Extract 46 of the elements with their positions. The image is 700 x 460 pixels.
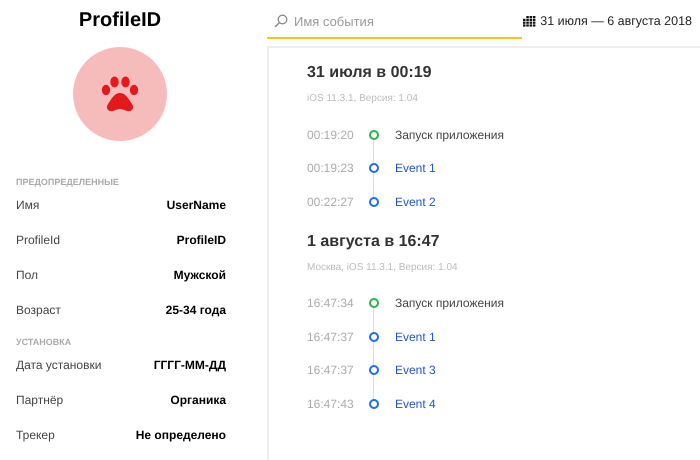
timeline-dot bbox=[369, 130, 379, 140]
date-range[interactable]: 31 июля — 6 августа 2018 bbox=[540, 14, 692, 28]
event-time: 00:19:20 bbox=[307, 128, 355, 142]
timeline-dot bbox=[369, 398, 379, 409]
event-link[interactable]: Event 3 bbox=[395, 363, 436, 378]
session-details: Москва, iOS 11.3.1, Версия: 1.04 bbox=[307, 262, 459, 272]
paw-icon bbox=[100, 75, 140, 113]
event-time: 00:22:27 bbox=[307, 194, 355, 209]
field-value: ProfileID bbox=[176, 232, 226, 246]
event-link[interactable]: Event 1 bbox=[395, 161, 436, 176]
event-time: 16:47:43 bbox=[307, 396, 355, 411]
field-value: 25-34 года bbox=[166, 302, 226, 316]
field-value: Органика bbox=[170, 392, 226, 406]
event-time: 00:19:23 bbox=[307, 161, 355, 176]
timeline-dot bbox=[369, 196, 379, 207]
field-value: ГГГГ-ММ-ДД bbox=[154, 358, 226, 372]
timeline-dot bbox=[369, 332, 379, 342]
field-value: Мужской bbox=[174, 268, 226, 282]
profile-title: ProfileID bbox=[78, 9, 162, 32]
event-link[interactable]: Event 2 bbox=[395, 194, 436, 209]
section-heading: УСТАНОВКА bbox=[15, 337, 72, 347]
field-value: Не определено bbox=[136, 428, 226, 442]
field-label: Дата установки bbox=[16, 358, 102, 372]
timeline-dot bbox=[369, 365, 379, 376]
field-value: UserName bbox=[166, 198, 226, 212]
event-time: 16:47:34 bbox=[307, 296, 355, 310]
search-icon bbox=[274, 14, 288, 28]
field-label: Трекер bbox=[16, 428, 55, 442]
field-label: Возраст bbox=[16, 302, 61, 316]
session-details: iOS 11.3.1, Версия: 1.04 bbox=[307, 93, 419, 104]
event-name: Запуск приложения bbox=[395, 296, 504, 310]
calendar-icon[interactable] bbox=[523, 16, 536, 26]
event-name: Запуск приложения bbox=[395, 128, 504, 142]
field-label: Пол bbox=[16, 268, 38, 282]
section-heading: ПРЕДОПРЕДЕЛЕННЫЕ bbox=[15, 177, 120, 187]
session-title: 1 августа в 16:47 bbox=[307, 232, 441, 250]
event-link[interactable]: Event 1 bbox=[395, 330, 436, 344]
field-label: Имя bbox=[16, 198, 40, 212]
event-time: 16:47:37 bbox=[307, 363, 355, 378]
field-label: ProfileId bbox=[16, 232, 60, 246]
event-time: 16:47:37 bbox=[307, 330, 355, 344]
timeline-dot bbox=[369, 163, 379, 174]
session-title: 31 июля в 00:19 bbox=[307, 64, 432, 82]
event-link[interactable]: Event 4 bbox=[395, 396, 436, 411]
timeline-dot bbox=[369, 298, 379, 308]
field-label: Партнёр bbox=[16, 392, 64, 406]
